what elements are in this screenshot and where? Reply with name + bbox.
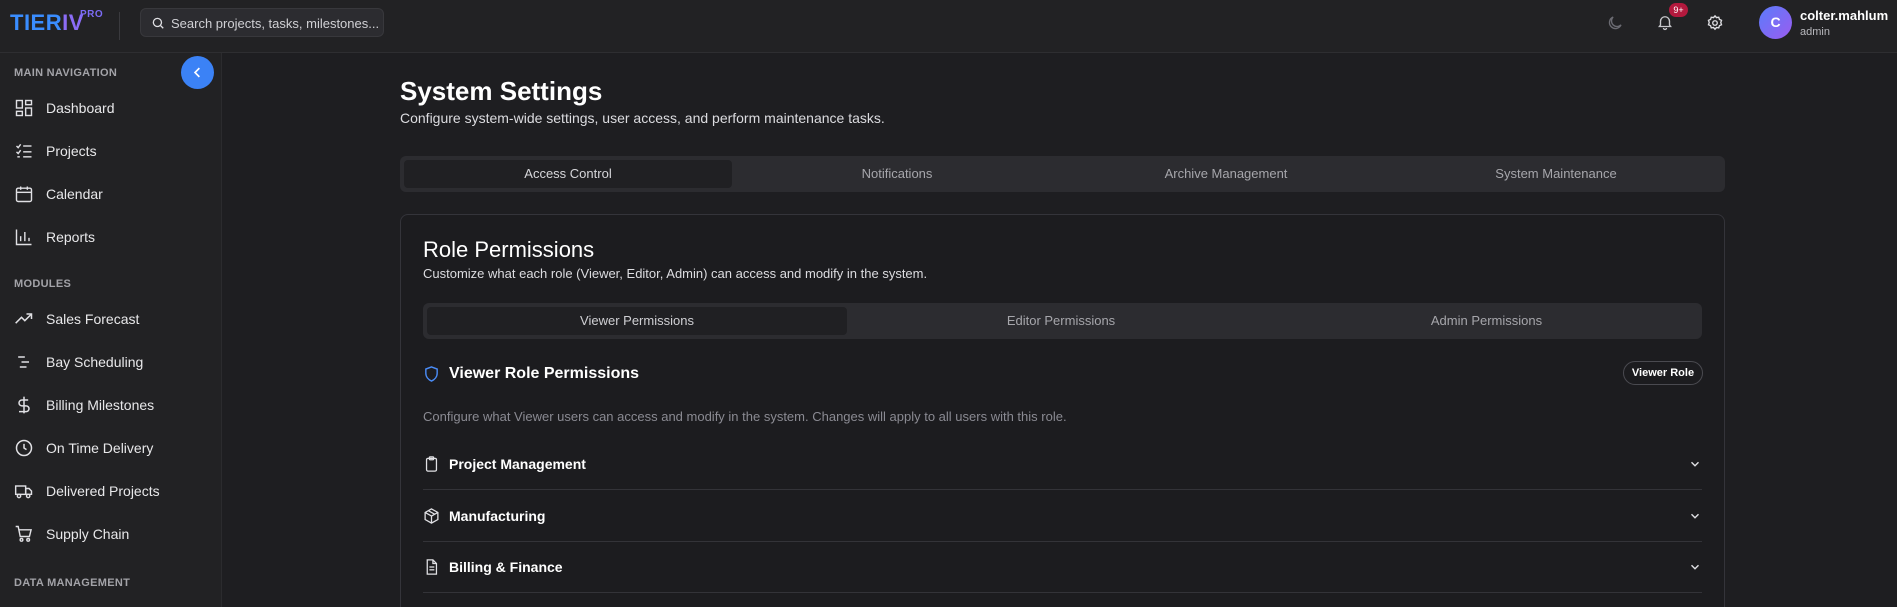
accordion-billing-finance[interactable]: Billing & Finance bbox=[423, 542, 1702, 593]
sidebar-item-on-time-delivery[interactable]: On Time Delivery bbox=[0, 430, 222, 466]
role-tabs: Viewer Permissions Editor Permissions Ad… bbox=[423, 303, 1702, 339]
sidebar-item-label: Calendar bbox=[46, 186, 103, 202]
viewer-role-title: Viewer Role Permissions bbox=[449, 365, 640, 382]
trending-up-icon bbox=[15, 313, 33, 324]
top-bar: TIERIV PRO Search projects, tasks, miles… bbox=[0, 0, 1897, 53]
sidebar-item-label: Billing Milestones bbox=[46, 397, 155, 413]
shield-icon bbox=[425, 366, 438, 382]
chevron-down-icon bbox=[1691, 461, 1699, 467]
user-role: admin bbox=[1800, 26, 1830, 38]
sidebar-item-label: Delivered Projects bbox=[46, 483, 160, 499]
sidebar-item-label: Sales Forecast bbox=[46, 311, 140, 327]
sidebar-item-label: Reports bbox=[46, 229, 96, 245]
dollar-icon bbox=[18, 396, 30, 414]
avatar[interactable]: C bbox=[1759, 6, 1792, 39]
sidebar-item-projects[interactable]: Projects bbox=[0, 133, 222, 169]
sidebar-item-label: Projects bbox=[46, 143, 97, 159]
accordion-label: Billing & Finance bbox=[449, 559, 563, 575]
calendar-icon bbox=[15, 186, 33, 203]
sidebar: MAIN NAVIGATION Dashboard Projects Calen… bbox=[0, 53, 222, 607]
page-title: System Settings bbox=[400, 76, 603, 106]
sidebar-item-label: Bay Scheduling bbox=[46, 354, 144, 370]
tab-editor-permissions[interactable]: Editor Permissions bbox=[851, 307, 1271, 335]
user-name: colter.mahlum bbox=[1800, 8, 1889, 23]
notification-badge: 9+ bbox=[1669, 3, 1688, 17]
tab-notifications[interactable]: Notifications bbox=[733, 160, 1061, 188]
search-input[interactable]: Search projects, tasks, milestones... bbox=[140, 8, 384, 37]
sidebar-item-sales-forecast[interactable]: Sales Forecast bbox=[0, 301, 222, 337]
tab-admin-permissions[interactable]: Admin Permissions bbox=[1275, 307, 1698, 335]
sidebar-item-bay-scheduling[interactable]: Bay Scheduling bbox=[0, 344, 222, 380]
sidebar-item-dashboard[interactable]: Dashboard bbox=[0, 90, 222, 126]
checklist-icon bbox=[15, 143, 32, 158]
collapse-sidebar-button[interactable] bbox=[181, 56, 214, 89]
chevron-down-icon bbox=[1691, 564, 1699, 570]
sidebar-item-calendar[interactable]: Calendar bbox=[0, 176, 222, 212]
moon-icon[interactable] bbox=[1606, 14, 1624, 32]
role-permissions-card: Role Permissions Customize what each rol… bbox=[400, 214, 1725, 607]
schedule-lines-icon bbox=[18, 356, 29, 368]
settings-tabs: Access Control Notifications Archive Man… bbox=[400, 156, 1725, 192]
pro-tag: PRO bbox=[80, 9, 104, 20]
accordion-manufacturing[interactable]: Manufacturing bbox=[423, 491, 1702, 542]
section-label-modules: MODULES bbox=[14, 278, 72, 290]
dashboard-icon bbox=[15, 99, 33, 117]
clipboard-icon bbox=[425, 456, 438, 472]
role-badge: Viewer Role bbox=[1623, 361, 1703, 385]
gear-icon[interactable] bbox=[1706, 14, 1724, 32]
cart-icon bbox=[15, 525, 32, 542]
sidebar-item-supply-chain[interactable]: Supply Chain bbox=[0, 516, 222, 552]
search-icon bbox=[152, 17, 164, 29]
bar-chart-icon bbox=[15, 229, 32, 246]
sidebar-item-delivered-projects[interactable]: Delivered Projects bbox=[0, 473, 222, 509]
document-icon bbox=[426, 559, 438, 575]
clock-icon bbox=[15, 439, 33, 457]
divider bbox=[119, 12, 120, 40]
tab-archive-management[interactable]: Archive Management bbox=[1062, 160, 1390, 188]
accordion-label: Project Management bbox=[449, 456, 586, 472]
truck-icon bbox=[14, 485, 33, 499]
role-permissions-title: Role Permissions bbox=[423, 237, 595, 262]
tab-access-control[interactable]: Access Control bbox=[404, 160, 732, 188]
sidebar-item-billing-milestones[interactable]: Billing Milestones bbox=[0, 387, 222, 423]
sidebar-item-label: Supply Chain bbox=[46, 526, 130, 542]
section-label-data-management: DATA MANAGEMENT bbox=[14, 577, 131, 589]
chevron-left-icon bbox=[193, 67, 200, 78]
sidebar-item-label: Dashboard bbox=[46, 100, 115, 116]
viewer-role-description: Configure what Viewer users can access a… bbox=[423, 409, 1067, 424]
tab-viewer-permissions[interactable]: Viewer Permissions bbox=[427, 307, 847, 335]
tab-system-maintenance[interactable]: System Maintenance bbox=[1391, 160, 1721, 188]
app-logo[interactable]: TIERIV PRO bbox=[10, 9, 103, 36]
box-icon bbox=[424, 508, 439, 524]
search-placeholder: Search projects, tasks, milestones... bbox=[171, 16, 380, 31]
sidebar-item-reports[interactable]: Reports bbox=[0, 219, 222, 255]
chevron-down-icon bbox=[1691, 513, 1699, 519]
accordion-project-management[interactable]: Project Management bbox=[423, 439, 1702, 490]
role-permissions-subtitle: Customize what each role (Viewer, Editor… bbox=[423, 266, 928, 281]
page-subtitle: Configure system-wide settings, user acc… bbox=[400, 110, 885, 126]
sidebar-item-label: On Time Delivery bbox=[46, 440, 154, 456]
accordion-label: Manufacturing bbox=[449, 508, 546, 524]
section-label-main-navigation: MAIN NAVIGATION bbox=[14, 67, 118, 79]
logo-text-tier: TIER bbox=[10, 10, 63, 35]
